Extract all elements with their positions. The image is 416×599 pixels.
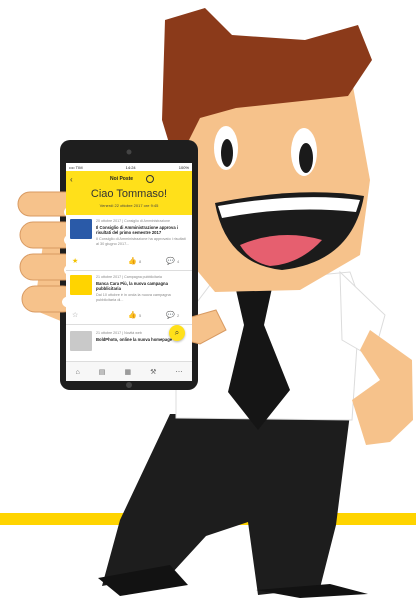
app-header: ‹ Noi Poste Ciao Tommaso! Venerdì 22 ott… bbox=[66, 171, 192, 215]
feed-card[interactable]: 20 ottobre 2017 | Consiglio di Amministr… bbox=[66, 215, 192, 271]
phone-camera bbox=[126, 149, 132, 155]
star-outline-icon[interactable]: ☆ bbox=[72, 311, 78, 321]
star-icon[interactable]: ★ bbox=[72, 257, 78, 267]
calendar-icon[interactable]: ▦ bbox=[124, 368, 131, 376]
card-title: Il Consiglio di Amministrazione approva … bbox=[96, 225, 178, 235]
tab-bar: ⌂ ▤ ▦ ⚒ ⋯ bbox=[66, 361, 192, 381]
comment-icon[interactable]: 💬 bbox=[166, 257, 175, 267]
date-subtitle: Venerdì 22 ottobre 2017 ore 9:45 bbox=[99, 203, 159, 208]
carrier-label: •••• TIM bbox=[69, 164, 83, 170]
card-actions: ☆ 👍 5 💬 2 bbox=[66, 311, 192, 321]
chevron-left-icon[interactable]: ‹ bbox=[70, 175, 73, 184]
brand-name: Noi Poste bbox=[110, 176, 134, 182]
like-count: 5 bbox=[139, 313, 142, 318]
like-count: 8 bbox=[139, 259, 142, 264]
more-icon[interactable]: ⋯ bbox=[175, 368, 182, 376]
like-icon[interactable]: 👍 bbox=[128, 311, 137, 321]
home-icon[interactable]: ⌂ bbox=[76, 369, 80, 376]
right-pupil bbox=[299, 143, 313, 173]
card-thumbnail bbox=[70, 275, 92, 295]
card-meta: 21 ottobre 2017 | Campagna pubblicitaria bbox=[96, 275, 162, 279]
card-meta: 21 ottobre 2017 | Novità web bbox=[96, 331, 142, 335]
card-thumbnail bbox=[70, 331, 92, 351]
search-icon: ⌕ bbox=[174, 328, 180, 337]
feed-card[interactable]: 21 ottobre 2017 | Campagna pubblicitaria… bbox=[66, 271, 192, 325]
card-title: Banca Cara Più, la nuova campagna pubbli… bbox=[96, 281, 168, 291]
tools-icon[interactable]: ⚒ bbox=[150, 368, 156, 376]
left-pupil bbox=[221, 139, 233, 167]
greeting-title: Ciao Tommaso! bbox=[90, 188, 168, 200]
comment-count: 4 bbox=[177, 259, 180, 264]
status-bar: •••• TIM 14:24 100% bbox=[66, 163, 192, 171]
pants bbox=[102, 414, 350, 595]
news-icon[interactable]: ▤ bbox=[99, 368, 106, 376]
illustration bbox=[0, 8, 416, 598]
card-excerpt: Dal 10 ottobre è in onda la nuova campag… bbox=[96, 293, 171, 302]
comment-count: 2 bbox=[177, 313, 180, 318]
comment-icon[interactable]: 💬 bbox=[166, 311, 175, 321]
time-label: 14:24 bbox=[125, 164, 136, 170]
brand-logo-icon bbox=[146, 175, 154, 183]
card-thumbnail bbox=[70, 219, 92, 239]
card-actions: ★ 👍 8 💬 4 bbox=[66, 257, 192, 267]
phone-home-button bbox=[126, 382, 132, 388]
search-fab-button[interactable]: ⌕ bbox=[169, 325, 185, 341]
phone-screen: •••• TIM 14:24 100% ‹ Noi Poste Ciao Tom… bbox=[66, 163, 192, 381]
battery-label: 100% bbox=[178, 164, 189, 170]
card-meta: 20 ottobre 2017 | Consiglio di Amministr… bbox=[96, 219, 171, 223]
card-excerpt: Il Consiglio di Amministrazione ha appro… bbox=[96, 237, 186, 246]
like-icon[interactable]: 👍 bbox=[128, 257, 137, 267]
